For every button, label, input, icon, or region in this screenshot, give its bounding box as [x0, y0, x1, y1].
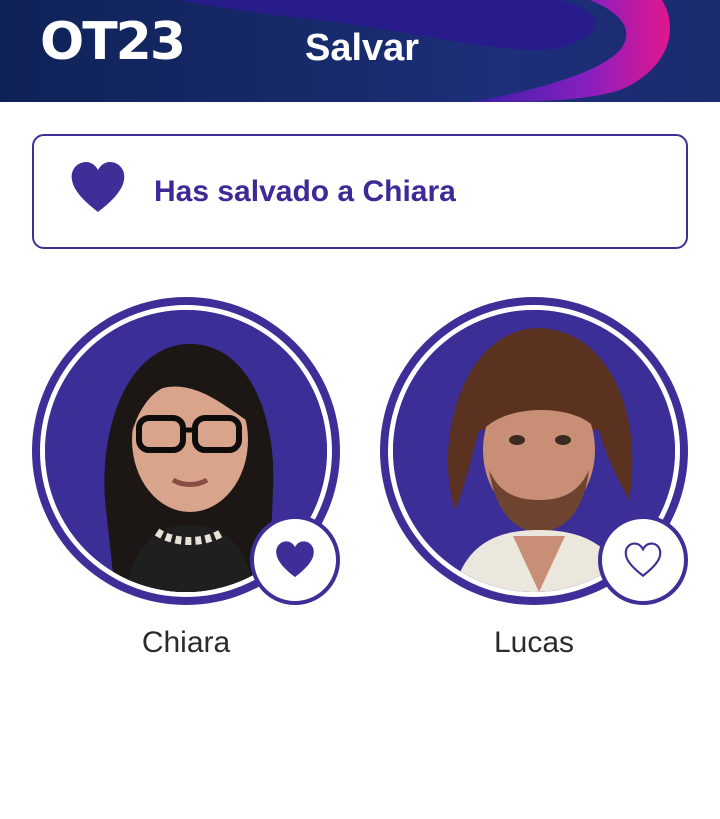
app-header: OT23 Salvar: [0, 0, 720, 102]
page-title: Salvar: [305, 27, 420, 69]
heart-filled-icon: [276, 541, 314, 578]
contestant-card-lucas: Lucas: [380, 297, 690, 659]
save-vote-button[interactable]: [598, 515, 688, 605]
avatar-ring: [380, 297, 688, 605]
saved-confirmation-banner: Has salvado a Chiara: [32, 134, 688, 249]
contestant-name: Chiara: [141, 626, 231, 659]
heart-outline-icon: [624, 542, 662, 578]
avatar-ring: [32, 297, 340, 605]
ot23-logo: OT23: [40, 12, 186, 72]
save-vote-button[interactable]: [250, 515, 340, 605]
contestant-name: Lucas: [493, 626, 575, 659]
banner-message: Has salvado a Chiara: [154, 175, 456, 208]
heart-filled-icon: [71, 162, 125, 212]
contestant-card-chiara: Chiara: [32, 297, 342, 659]
